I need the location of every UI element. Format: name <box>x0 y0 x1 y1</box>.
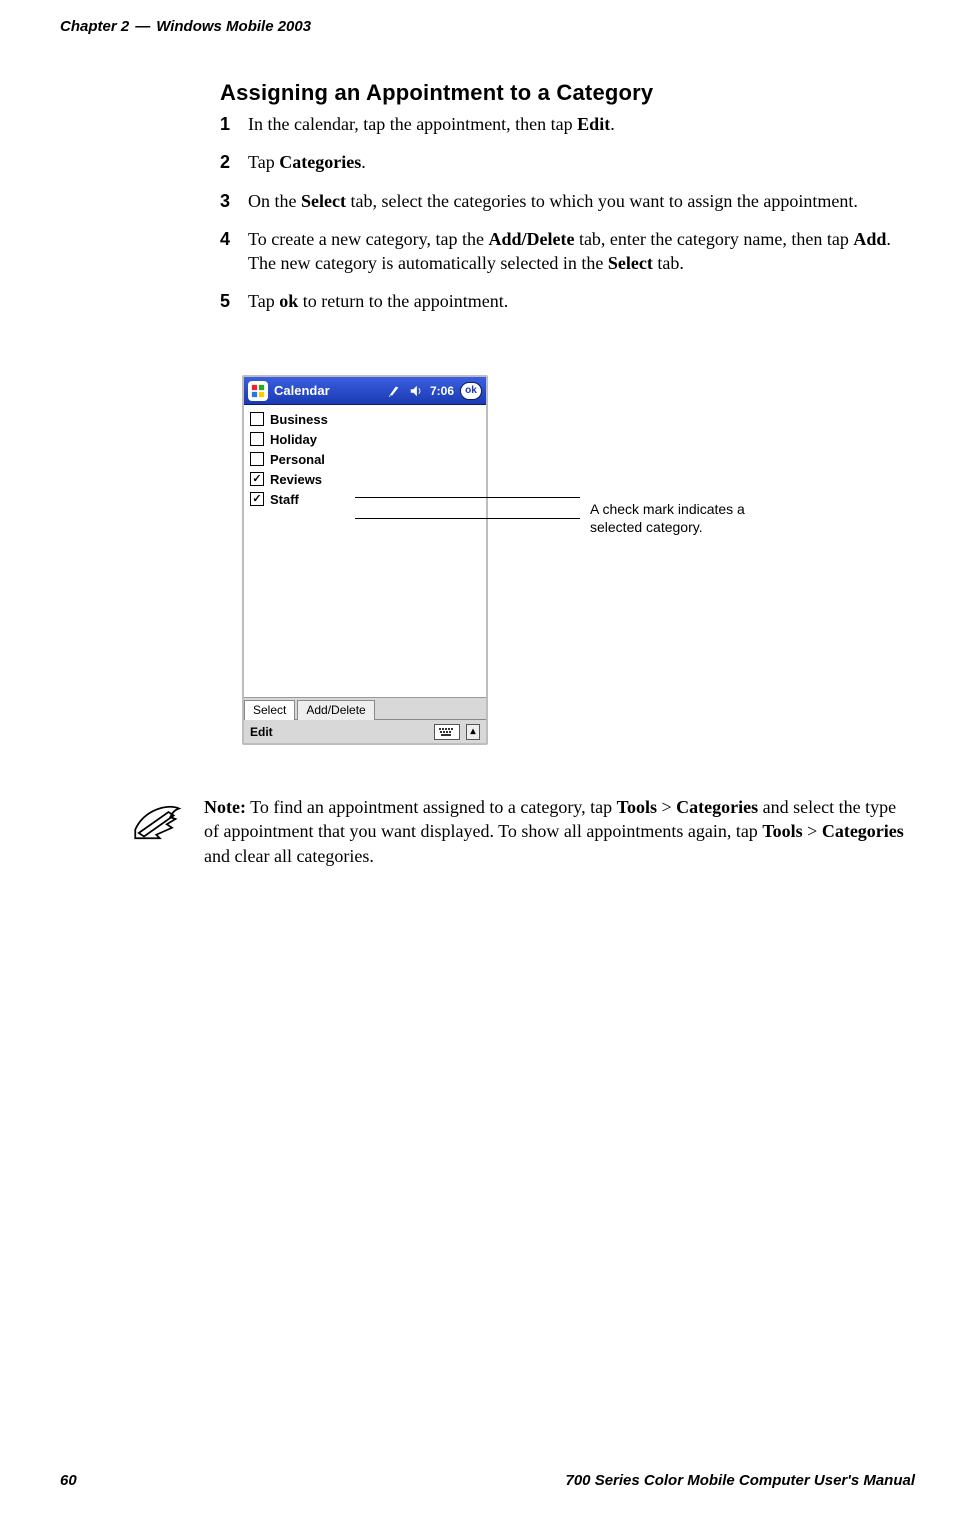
step-text: tab. <box>653 253 684 273</box>
note-part: > <box>803 821 822 841</box>
category-checkbox[interactable] <box>250 492 264 506</box>
sip-keyboard-icon[interactable] <box>434 724 460 740</box>
note-bold: Tools <box>617 797 657 817</box>
category-row[interactable]: Staff <box>250 489 480 509</box>
input-panel-arrow-icon[interactable]: ▴ <box>466 724 480 740</box>
step-bold: Select <box>301 191 346 211</box>
step-text: In the calendar, tap the appointment, th… <box>248 114 577 134</box>
step-bold: Categories <box>279 152 361 172</box>
step-number: 5 <box>220 289 236 313</box>
category-row[interactable]: Holiday <box>250 429 480 449</box>
category-row[interactable]: Reviews <box>250 469 480 489</box>
main-content: Assigning an Appointment to a Category 1… <box>220 80 911 328</box>
category-list: Business Holiday Personal Reviews Staff <box>244 405 486 697</box>
page-number: 60 <box>60 1472 77 1489</box>
step-number: 4 <box>220 227 236 276</box>
instruction-list: 1 In the calendar, tap the appointment, … <box>220 112 911 314</box>
ok-button[interactable]: ok <box>460 382 482 400</box>
page-footer: 60 700 Series Color Mobile Computer User… <box>60 1472 915 1489</box>
tab-strip: Select Add/Delete <box>244 697 486 719</box>
step-text: tab, select the categories to which you … <box>346 191 858 211</box>
category-label: Holiday <box>270 432 317 447</box>
callout-text: A check mark indicates a selected catego… <box>590 500 780 536</box>
step-text: to return to the appointment. <box>298 291 508 311</box>
step-bold: Add <box>853 229 886 249</box>
windows-start-icon[interactable] <box>248 381 268 401</box>
step-text: . <box>361 152 366 172</box>
category-checkbox[interactable] <box>250 432 264 446</box>
category-row[interactable]: Business <box>250 409 480 429</box>
note-part: To find an appointment assigned to a cat… <box>246 797 617 817</box>
manual-title: 700 Series Color Mobile Computer User's … <box>566 1472 916 1489</box>
step-number: 3 <box>220 189 236 213</box>
step-text: To create a new category, tap the <box>248 229 488 249</box>
category-checkbox[interactable] <box>250 412 264 426</box>
category-label: Business <box>270 412 328 427</box>
category-label: Personal <box>270 452 325 467</box>
tab-select[interactable]: Select <box>244 700 295 720</box>
app-title: Calendar <box>274 383 330 398</box>
step-4: 4 To create a new category, tap the Add/… <box>220 227 911 276</box>
step-bold: Add/Delete <box>488 229 574 249</box>
step-5: 5 Tap ok to return to the appointment. <box>220 289 911 313</box>
step-text: tab, enter the category name, then tap <box>574 229 853 249</box>
note-part: > <box>657 797 676 817</box>
header-dash: — <box>135 18 150 35</box>
step-2: 2 Tap Categories. <box>220 150 911 174</box>
callout-leader <box>355 497 580 498</box>
category-label: Reviews <box>270 472 322 487</box>
title-bar: Calendar 7:06 ok <box>244 377 486 405</box>
step-1: 1 In the calendar, tap the appointment, … <box>220 112 911 136</box>
step-number: 2 <box>220 150 236 174</box>
step-bold: Edit <box>577 114 610 134</box>
section-heading: Assigning an Appointment to a Category <box>220 80 911 106</box>
connectivity-icon[interactable] <box>386 383 402 399</box>
note-pen-icon <box>130 795 186 843</box>
clock-time: 7:06 <box>430 384 454 398</box>
tab-add-delete[interactable]: Add/Delete <box>297 700 374 720</box>
note-bold: Categories <box>822 821 904 841</box>
step-text: On the <box>248 191 301 211</box>
note-text: Note: To find an appointment assigned to… <box>204 795 911 868</box>
note-bold: Tools <box>762 821 802 841</box>
callout-leader <box>355 518 580 519</box>
step-text: Tap <box>248 291 279 311</box>
step-text: . <box>610 114 615 134</box>
step-3: 3 On the Select tab, select the categori… <box>220 189 911 213</box>
step-bold: Select <box>608 253 653 273</box>
pda-screenshot: Calendar 7:06 ok Business Holiday Personal… <box>242 375 488 745</box>
category-checkbox[interactable] <box>250 452 264 466</box>
note-part: and clear all categories. <box>204 846 374 866</box>
chapter-label: Chapter 2 <box>60 18 129 35</box>
category-checkbox[interactable] <box>250 472 264 486</box>
category-row[interactable]: Personal <box>250 449 480 469</box>
step-text: Tap <box>248 152 279 172</box>
step-bold: ok <box>279 291 298 311</box>
edit-menu[interactable]: Edit <box>250 725 273 739</box>
note-bold: Categories <box>676 797 758 817</box>
note-block: Note: To find an appointment assigned to… <box>130 795 911 868</box>
section-title: Windows Mobile 2003 <box>156 18 311 35</box>
page-header: Chapter 2 — Windows Mobile 2003 <box>60 18 915 35</box>
note-lead: Note: <box>204 797 246 817</box>
bottom-bar: Edit ▴ <box>244 719 486 743</box>
speaker-icon[interactable] <box>408 383 424 399</box>
category-label: Staff <box>270 492 299 507</box>
step-number: 1 <box>220 112 236 136</box>
